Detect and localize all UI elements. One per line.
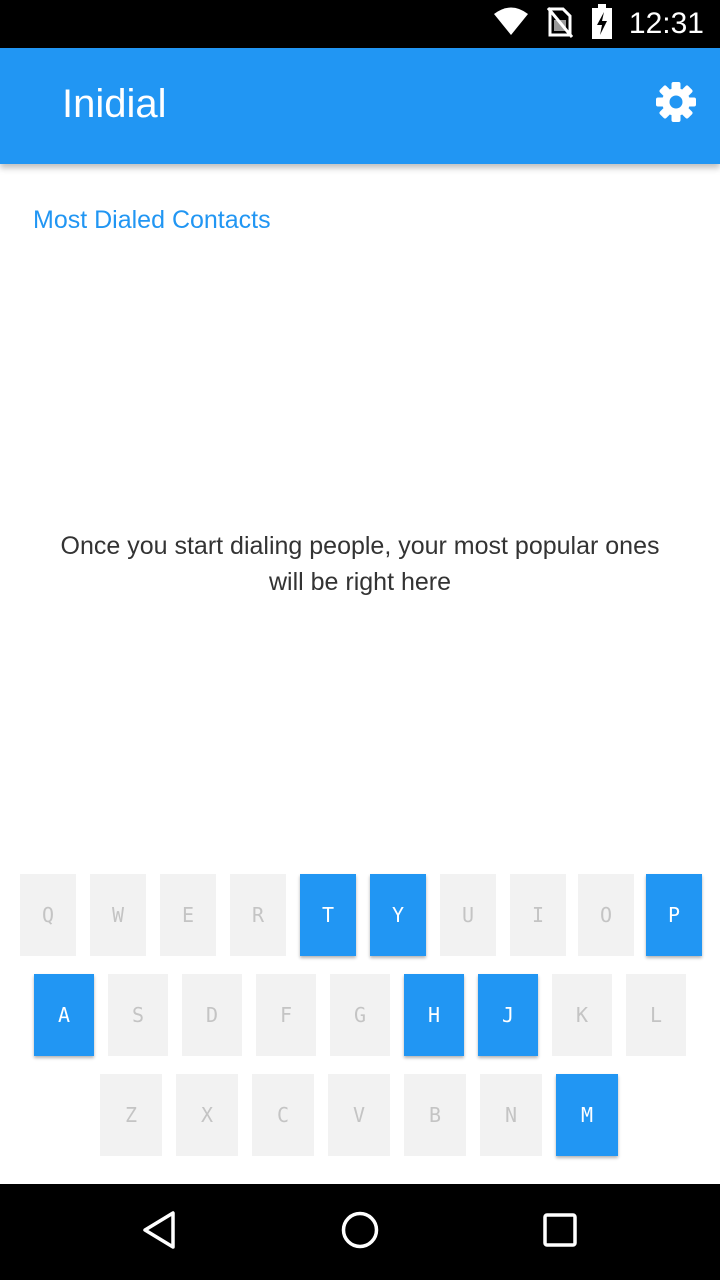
key-l[interactable]: L <box>626 974 686 1056</box>
key-u[interactable]: U <box>440 874 496 956</box>
recents-icon <box>542 1212 578 1253</box>
key-o[interactable]: O <box>578 874 634 956</box>
key-z[interactable]: Z <box>100 1074 162 1156</box>
key-a[interactable]: A <box>34 974 94 1056</box>
navigation-bar <box>0 1184 720 1280</box>
key-i[interactable]: I <box>510 874 566 956</box>
home-icon <box>340 1210 380 1255</box>
key-j[interactable]: J <box>478 974 538 1056</box>
key-y[interactable]: Y <box>370 874 426 956</box>
back-icon <box>140 1210 180 1255</box>
key-x[interactable]: X <box>176 1074 238 1156</box>
clock: 12:31 <box>628 7 704 40</box>
wifi-icon <box>493 7 529 42</box>
key-d[interactable]: D <box>182 974 242 1056</box>
section-title: Most Dialed Contacts <box>33 206 271 234</box>
key-c[interactable]: C <box>252 1074 314 1156</box>
key-b[interactable]: B <box>404 1074 466 1156</box>
app-bar: Inidial <box>0 48 720 164</box>
recents-button[interactable] <box>530 1202 590 1262</box>
key-e[interactable]: E <box>160 874 216 956</box>
empty-state-message: Once you start dialing people, your most… <box>60 532 660 596</box>
no-sim-icon <box>546 6 574 43</box>
key-n[interactable]: N <box>480 1074 542 1156</box>
app-title: Inidial <box>62 82 167 126</box>
key-p[interactable]: P <box>646 874 702 956</box>
gear-icon <box>654 80 698 129</box>
key-r[interactable]: R <box>230 874 286 956</box>
key-m[interactable]: M <box>556 1074 618 1156</box>
battery-charging-icon <box>591 3 613 45</box>
home-button[interactable] <box>330 1202 390 1262</box>
status-bar: 12:31 <box>0 0 720 48</box>
key-g[interactable]: G <box>330 974 390 1056</box>
status-icons: 12:31 <box>493 0 704 48</box>
back-button[interactable] <box>130 1202 190 1262</box>
key-f[interactable]: F <box>256 974 316 1056</box>
key-q[interactable]: Q <box>20 874 76 956</box>
key-t[interactable]: T <box>300 874 356 956</box>
key-v[interactable]: V <box>328 1074 390 1156</box>
key-h[interactable]: H <box>404 974 464 1056</box>
key-w[interactable]: W <box>90 874 146 956</box>
key-s[interactable]: S <box>108 974 168 1056</box>
settings-button[interactable] <box>650 78 702 130</box>
key-k[interactable]: K <box>552 974 612 1056</box>
